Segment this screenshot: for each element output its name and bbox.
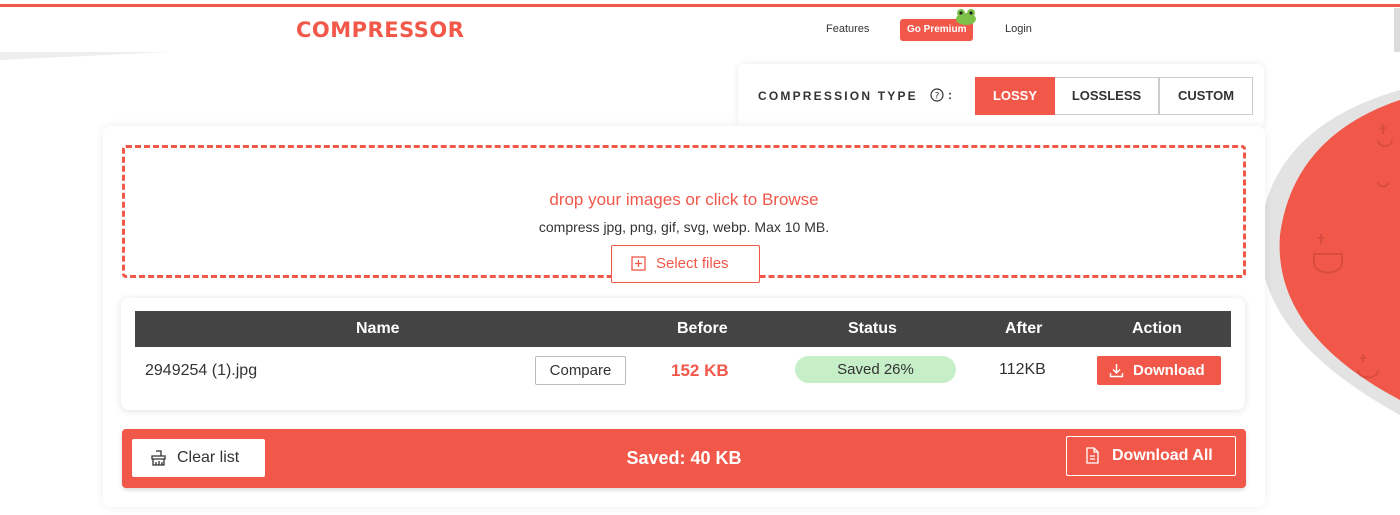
drop-zone-subtitle: compress jpg, png, gif, svg, webp. Max 1… bbox=[538, 219, 830, 235]
size-after: 112KB bbox=[999, 361, 1046, 378]
column-header-after: After bbox=[1005, 320, 1043, 337]
frog-mascot-icon bbox=[956, 9, 976, 25]
lossy-option[interactable]: LOSSY bbox=[975, 77, 1055, 115]
file-name: 2949254 (1).jpg bbox=[145, 362, 258, 379]
compression-type-colon: : bbox=[948, 88, 952, 102]
lossless-option[interactable]: LOSSLESS bbox=[1055, 77, 1159, 115]
site-header: COMPRESSOR Features Go Premium Login bbox=[0, 8, 1400, 52]
plus-square-icon bbox=[631, 256, 646, 271]
compression-type-label: COMPRESSION TYPE bbox=[758, 89, 918, 103]
select-files-label: Select files bbox=[656, 255, 729, 272]
compressor-card: drop your images or click to Browse comp… bbox=[103, 126, 1265, 507]
summary-bar: Clear list Saved: 40 KB Download All bbox=[122, 429, 1246, 488]
file-list-card: Name Before Status After Action 2949254 … bbox=[121, 298, 1245, 410]
download-all-button[interactable]: Download All bbox=[1066, 436, 1236, 476]
column-header-before: Before bbox=[677, 320, 728, 337]
table-header: Name Before Status After Action bbox=[135, 311, 1231, 347]
select-files-button[interactable]: Select files bbox=[611, 245, 760, 283]
column-header-name: Name bbox=[356, 320, 400, 337]
compression-type-panel: COMPRESSION TYPE ? : LOSSY LOSSLESS CUST… bbox=[738, 64, 1264, 128]
download-button[interactable]: Download bbox=[1097, 356, 1221, 385]
file-icon bbox=[1086, 447, 1099, 464]
download-icon bbox=[1109, 364, 1124, 378]
top-accent-line bbox=[0, 4, 1400, 7]
compare-button[interactable]: Compare bbox=[535, 356, 626, 385]
status-badge: Saved 26% bbox=[795, 356, 956, 383]
table-row: 2949254 (1).jpg Compare 152 KB Saved 26%… bbox=[135, 347, 1231, 395]
column-header-action: Action bbox=[1132, 320, 1182, 337]
drop-zone-title: drop your images or click to Browse bbox=[549, 190, 819, 209]
drop-zone[interactable]: drop your images or click to Browse comp… bbox=[122, 145, 1246, 283]
nav-login[interactable]: Login bbox=[1005, 23, 1032, 35]
download-label: Download bbox=[1133, 362, 1205, 379]
svg-text:?: ? bbox=[935, 92, 940, 102]
nav-features[interactable]: Features bbox=[826, 23, 869, 35]
logo[interactable]: COMPRESSOR bbox=[296, 18, 464, 42]
column-header-status: Status bbox=[848, 320, 897, 337]
size-before: 152 KB bbox=[671, 361, 729, 380]
download-all-label: Download All bbox=[1112, 447, 1213, 464]
help-circle-icon[interactable]: ? bbox=[930, 88, 944, 102]
custom-option[interactable]: CUSTOM bbox=[1159, 77, 1253, 115]
